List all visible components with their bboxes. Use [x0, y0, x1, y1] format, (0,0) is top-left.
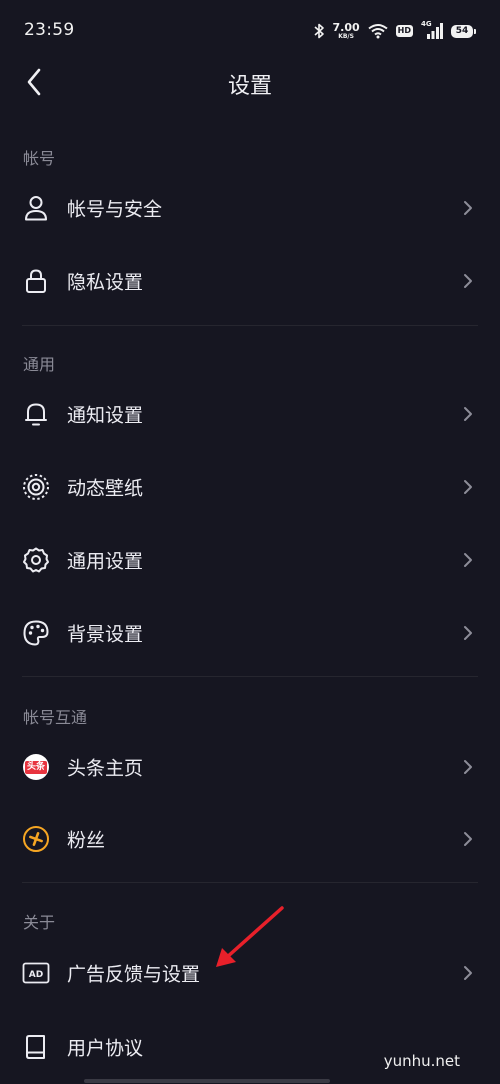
signal-icon: 4G [421, 20, 443, 40]
toutiao-badge-text: 头条 [25, 760, 47, 774]
settings-item-fans[interactable]: 粉丝 [0, 803, 500, 875]
section-label-general: 通用 [23, 355, 56, 374]
chevron-right-icon [464, 832, 472, 846]
home-indicator [84, 1079, 330, 1083]
wifi-icon [368, 24, 388, 39]
settings-item-label: 用户协议 [67, 1037, 144, 1060]
lock-icon [22, 267, 50, 295]
section-divider [22, 676, 478, 677]
gear-icon [22, 546, 50, 574]
chevron-right-icon [464, 274, 472, 288]
settings-item-label: 粉丝 [67, 829, 106, 852]
book-icon [22, 1033, 50, 1061]
section-label-about: 关于 [23, 913, 56, 932]
settings-item-general[interactable]: 通用设置 [0, 524, 500, 596]
section-label-account: 帐号 [23, 149, 56, 168]
red-arrow-icon [216, 906, 284, 967]
settings-item-label: 动态壁纸 [67, 477, 144, 500]
settings-item-background[interactable]: 背景设置 [0, 597, 500, 669]
status-icons: 7.00 KB/S HD 4G 54 [313, 20, 476, 42]
section-divider [22, 325, 478, 326]
battery-icon: 54 [451, 24, 476, 38]
fans-icon [22, 825, 50, 853]
chevron-right-icon [464, 407, 472, 421]
settings-item-label: 广告反馈与设置 [67, 963, 201, 986]
bluetooth-icon [313, 23, 324, 39]
section-label-linked-accounts: 帐号互通 [23, 708, 88, 727]
chevron-right-icon [464, 553, 472, 567]
ad-icon: AD [22, 959, 50, 987]
ad-badge-text: AD [29, 970, 43, 980]
bell-icon [22, 400, 50, 428]
status-time: 23:59 [24, 20, 75, 40]
settings-item-label: 隐私设置 [67, 271, 144, 294]
net-speed: 7.00 KB/S [332, 21, 360, 40]
settings-item-label: 通用设置 [67, 550, 144, 573]
chevron-right-icon [464, 201, 472, 215]
watermark: yunhu.net [383, 1052, 460, 1070]
settings-item-label: 头条主页 [67, 757, 144, 780]
settings-item-label: 通知设置 [67, 404, 144, 427]
live-wallpaper-icon [22, 473, 50, 501]
chevron-right-icon [464, 626, 472, 640]
settings-item-notifications[interactable]: 通知设置 [0, 378, 500, 450]
palette-icon [22, 619, 50, 647]
chevron-right-icon [464, 760, 472, 774]
section-divider [22, 882, 478, 883]
settings-item-toutiao-homepage[interactable]: 头条 头条主页 [0, 731, 500, 803]
toutiao-icon: 头条 [22, 753, 50, 781]
settings-item-privacy[interactable]: 隐私设置 [0, 245, 500, 317]
page-title: 设置 [227, 74, 272, 99]
settings-item-label: 帐号与安全 [67, 198, 163, 221]
status-bar: 23:59 7.00 KB/S HD 4G 54 [0, 0, 500, 62]
chevron-right-icon [464, 480, 472, 494]
person-icon [22, 194, 50, 222]
chevron-right-icon [464, 966, 472, 980]
header: 设置 [0, 62, 500, 102]
settings-item-account-security[interactable]: 帐号与安全 [0, 172, 500, 244]
hd-icon: HD [395, 25, 413, 37]
settings-item-live-wallpaper[interactable]: 动态壁纸 [0, 451, 500, 523]
settings-item-user-agreement[interactable]: 用户协议 [0, 1011, 500, 1083]
settings-item-label: 背景设置 [67, 623, 144, 646]
